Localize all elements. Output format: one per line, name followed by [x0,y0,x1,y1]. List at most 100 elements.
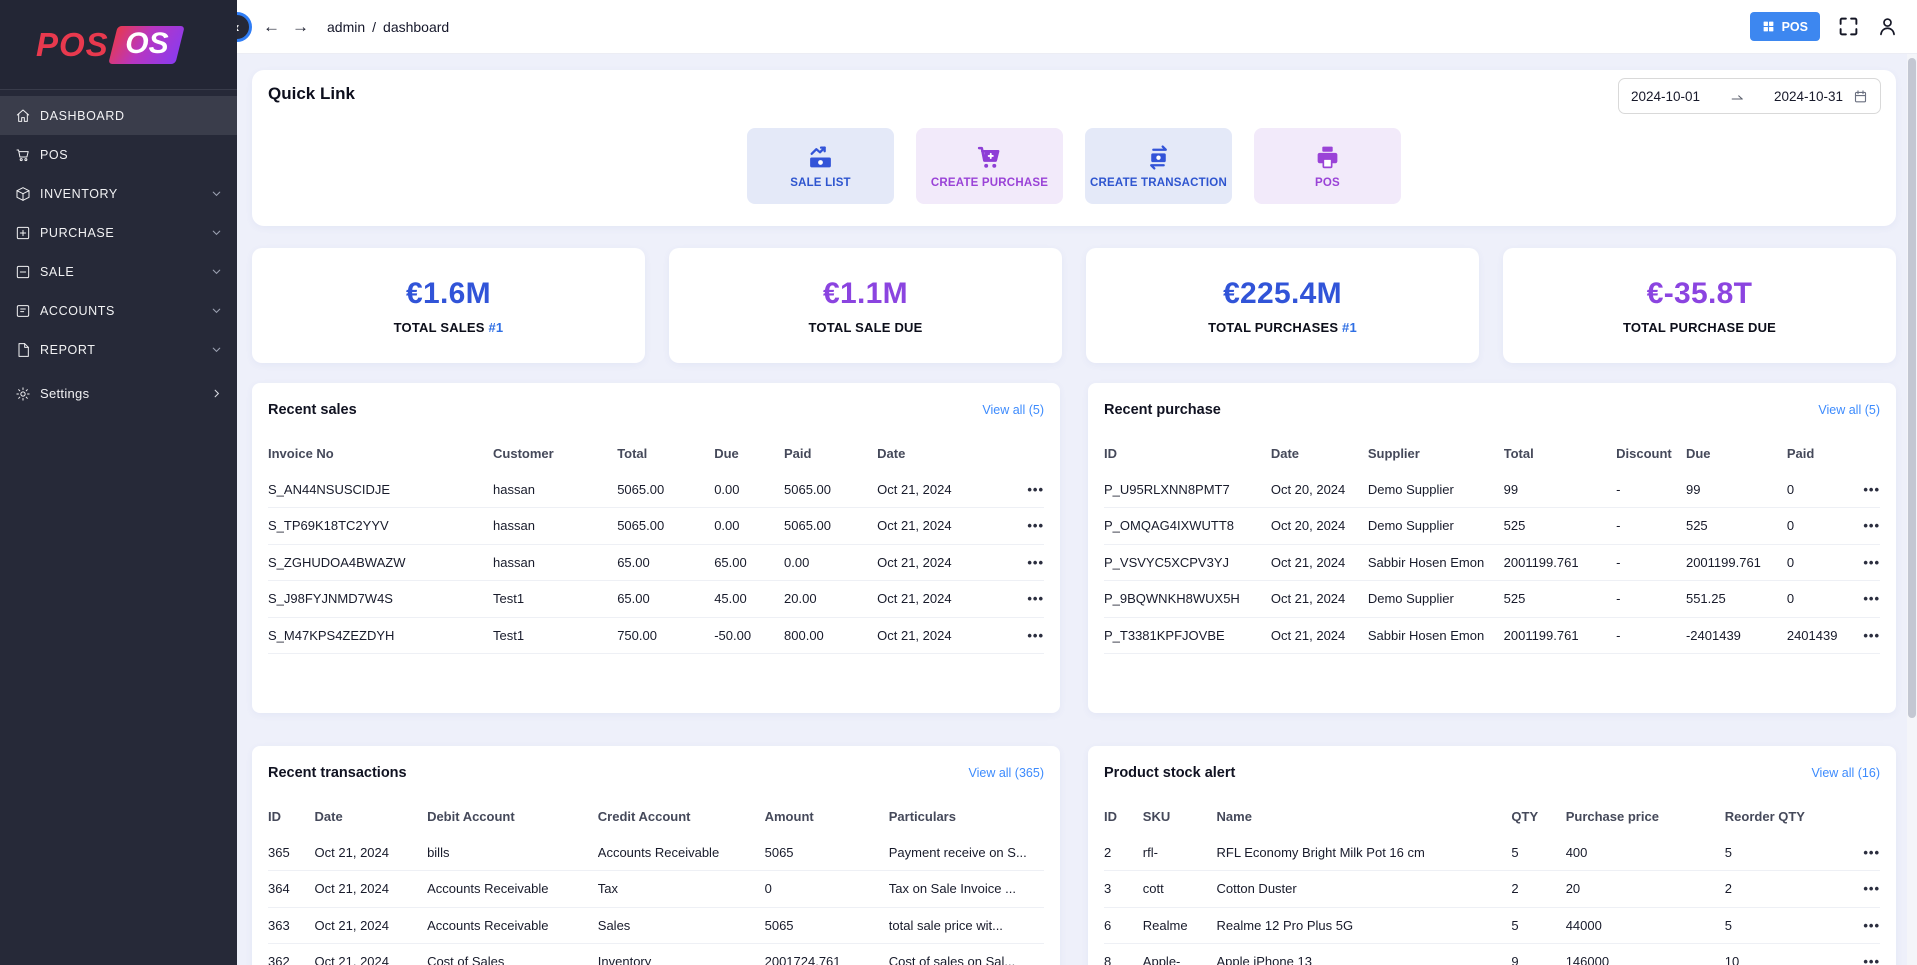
chevron-down-icon [210,226,223,239]
table-row: S_J98FYJNMD7W4STest165.0045.0020.00Oct 2… [268,581,1044,618]
column-header: ID [1104,435,1271,471]
cell: 0.00 [784,544,877,581]
cell: Cost of sales on Sal... [889,944,1044,965]
sidebar-item-pos[interactable]: POS [0,135,237,174]
cell: 0 [1787,508,1849,545]
stat-label: TOTAL PURCHASES #1 [1208,320,1357,335]
cell: Oct 21, 2024 [877,544,993,581]
sidebar-item-sale[interactable]: SALE [0,252,237,291]
sidebar-item-settings[interactable]: Settings [0,374,237,413]
cell: Oct 21, 2024 [315,944,428,965]
cell-actions: ••• [994,617,1044,654]
row-actions-button[interactable]: ••• [1027,591,1044,606]
sidebar: POS OS DASHBOARDPOSINVENTORYPURCHASESALE… [0,0,237,965]
stat-link[interactable]: #1 [488,320,503,335]
cell: 364 [268,871,315,908]
sidebar-item-report[interactable]: REPORT [0,330,237,369]
cell: 2 [1725,871,1841,908]
quick-link-sale-list[interactable]: SALE LIST [747,128,894,204]
fullscreen-button[interactable] [1838,16,1859,37]
chevron-down-icon [210,265,223,278]
cell: Oct 21, 2024 [877,617,993,654]
date-to-input[interactable]: 2024-10-31 [1774,89,1843,104]
recent-transactions-view-all-link[interactable]: View all (365) [968,766,1044,780]
cell: 5065 [765,907,889,944]
row-actions-button[interactable]: ••• [1027,628,1044,643]
cell: 2001199.761 [1686,544,1787,581]
cell: Oct 20, 2024 [1271,508,1368,545]
cell: 0.00 [714,471,784,508]
cell: 65.00 [617,581,714,618]
pos-mode-button[interactable]: POS [1750,12,1820,41]
column-header: Paid [784,435,877,471]
row-actions-button[interactable]: ••• [1027,555,1044,570]
history-back-button[interactable]: ← [257,17,286,37]
row-actions-button[interactable]: ••• [1863,628,1880,643]
cell-actions: ••• [1849,508,1880,545]
cell: 5065.00 [617,508,714,545]
logo-pos-text: POS [36,26,109,64]
history-forward-button[interactable]: → [286,17,315,37]
date-range-picker[interactable]: 2024-10-01 2024-10-31 [1618,78,1881,114]
breadcrumb-admin[interactable]: admin [327,19,365,35]
cell: 5065 [765,834,889,871]
quick-link-create-transaction[interactable]: CREATE TRANSACTION [1085,128,1232,204]
sidebar-item-label: ACCOUNTS [40,304,115,318]
row-actions-button[interactable]: ••• [1027,518,1044,533]
breadcrumb-dashboard[interactable]: dashboard [383,19,449,35]
cell: 9 [1511,944,1565,965]
cell: Oct 20, 2024 [1271,471,1368,508]
recent-purchase-table: IDDateSupplierTotalDiscountDuePaidP_U95R… [1104,435,1880,654]
stat-value: €1.6M [406,277,491,311]
recent-transactions-card: Recent transactions View all (365) IDDat… [252,746,1060,965]
cell: 8 [1104,944,1143,965]
cell: Realme [1143,907,1217,944]
column-header: Credit Account [598,798,765,834]
row-actions-button[interactable]: ••• [1863,482,1880,497]
cell: Oct 21, 2024 [315,871,428,908]
table-row: 365Oct 21, 2024billsAccounts Receivable5… [268,834,1044,871]
recent-purchase-view-all-link[interactable]: View all (5) [1818,403,1880,417]
cell: - [1616,544,1686,581]
cell: Cotton Duster [1217,871,1512,908]
chevron-down-icon [210,343,223,356]
stat-link[interactable]: #1 [1342,320,1357,335]
column-header: Discount [1616,435,1686,471]
quick-link-create-purchase[interactable]: CREATE PURCHASE [916,128,1063,204]
cell: 0 [765,871,889,908]
cell: RFL Economy Bright Milk Pot 16 cm [1217,834,1512,871]
app-logo[interactable]: POS OS [0,0,237,90]
row-actions-button[interactable]: ••• [1863,845,1880,860]
cell: - [1616,471,1686,508]
cell: P_VSVYC5XCPV3YJ [1104,544,1271,581]
stat-label: TOTAL SALE DUE [808,320,922,335]
sidebar-item-inventory[interactable]: INVENTORY [0,174,237,213]
product-stock-alert-view-all-link[interactable]: View all (16) [1811,766,1880,780]
row-actions-button[interactable]: ••• [1027,482,1044,497]
date-from-input[interactable]: 2024-10-01 [1631,89,1700,104]
cell: Payment receive on S... [889,834,1044,871]
row-actions-button[interactable]: ••• [1863,555,1880,570]
package-icon [14,185,31,202]
cell: 65.00 [714,544,784,581]
row-actions-button[interactable]: ••• [1863,591,1880,606]
row-actions-button[interactable]: ••• [1863,518,1880,533]
scrollbar-thumb[interactable] [1908,58,1916,718]
user-menu-button[interactable] [1877,16,1898,37]
sidebar-item-accounts[interactable]: ACCOUNTS [0,291,237,330]
sidebar-nav: DASHBOARDPOSINVENTORYPURCHASESALE ACCOUNT… [0,90,237,413]
cell: 0.00 [714,508,784,545]
sidebar-item-purchase[interactable]: PURCHASE [0,213,237,252]
row-actions-button[interactable]: ••• [1863,918,1880,933]
cell: Demo Supplier [1368,471,1504,508]
main-area: ‹ ← → admin / dashboard POS [237,0,1917,965]
product-stock-alert-table: IDSKUNameQTYPurchase priceReorder QTY2rf… [1104,798,1880,965]
cell: -50.00 [714,617,784,654]
row-actions-button[interactable]: ••• [1863,881,1880,896]
cell: 525 [1686,508,1787,545]
recent-sales-view-all-link[interactable]: View all (5) [982,403,1044,417]
row-actions-button[interactable]: ••• [1863,954,1880,965]
sidebar-item-dashboard[interactable]: DASHBOARD [0,96,237,135]
quick-link-pos[interactable]: POS [1254,128,1401,204]
cell: Test1 [493,617,617,654]
